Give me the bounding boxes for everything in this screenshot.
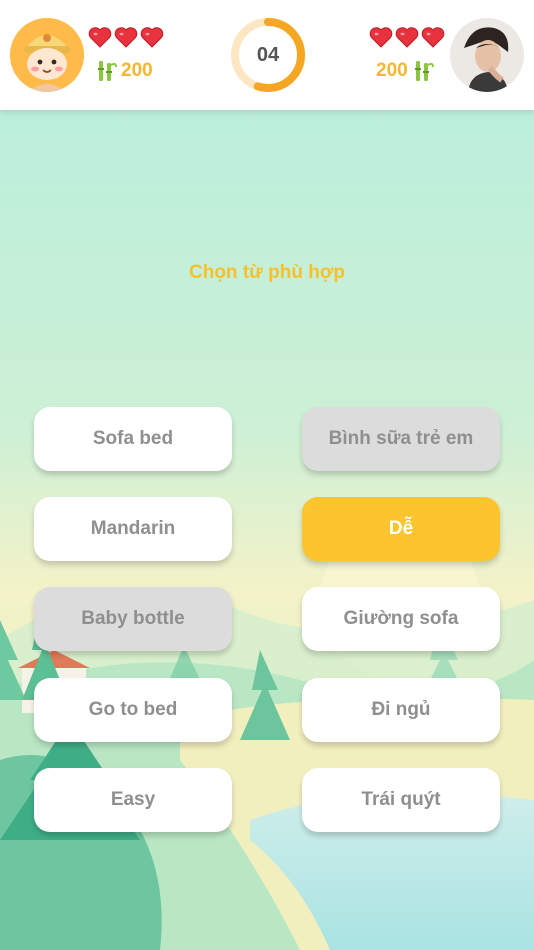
meaning-card[interactable]: Trái quýt [302, 768, 500, 832]
heart-icon [395, 27, 419, 48]
player-right-coin-count: 200 [376, 60, 408, 81]
word-card[interactable]: Go to bed [34, 678, 232, 742]
heart-icon [421, 27, 445, 48]
top-bar: 200 04 200 [0, 0, 534, 110]
bamboo-icon [414, 61, 434, 81]
meaning-card[interactable]: Đi ngủ [302, 678, 500, 742]
player-left-lives [88, 26, 164, 48]
word-card[interactable]: Sofa bed [34, 407, 232, 471]
bamboo-icon [98, 61, 117, 81]
cartoon-boy-hat-avatar-icon [10, 18, 84, 92]
timer-label: 04 [256, 43, 280, 66]
word-card[interactable]: Mandarin [34, 497, 232, 561]
word-card[interactable]: Easy [34, 768, 232, 832]
heart-icon [140, 27, 164, 48]
heart-icon [369, 27, 393, 48]
player-left-coins: 200 [95, 59, 153, 83]
player-left-coin-count: 200 [121, 60, 153, 81]
word-card[interactable]: Baby bottle [34, 587, 232, 651]
player-left-avatar[interactable] [10, 18, 84, 92]
player-right-avatar[interactable] [450, 18, 524, 92]
player-right-lives [369, 26, 445, 48]
meaning-card[interactable]: Bình sữa trẻ em [302, 407, 500, 471]
meaning-card[interactable]: Dễ [302, 497, 500, 561]
question-prompt: Chọn từ phù hợp [189, 262, 345, 283]
photo-avatar-icon [450, 18, 524, 92]
heart-icon [114, 27, 138, 48]
meaning-card[interactable]: Giường sofa [302, 587, 500, 651]
player-right-coins: 200 [376, 59, 434, 83]
heart-icon [88, 27, 112, 48]
round-timer: 04 [228, 15, 308, 95]
